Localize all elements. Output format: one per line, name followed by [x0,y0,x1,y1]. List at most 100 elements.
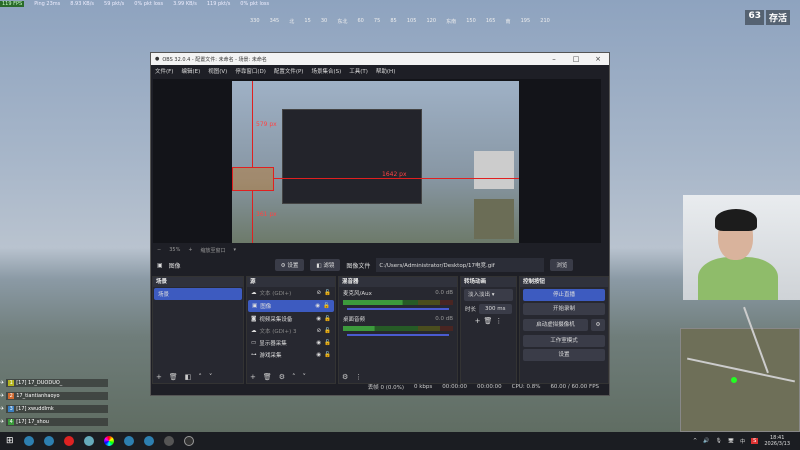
down-icon[interactable]: ˅ [303,373,307,381]
teammate-number: 4 [8,418,15,425]
sogou-icon[interactable]: S [751,438,759,444]
scale-mode-select[interactable]: 缩放至窗口 [201,247,226,254]
compass-tick: 150 [466,18,476,24]
stop-stream-button[interactable]: 停止直播 [523,289,605,301]
teammate-row: ✈ 1 [17] 17_DUODUO_ [0,378,108,387]
plane-icon: ✈ [0,392,5,399]
app-icon[interactable] [83,436,94,446]
preview-canvas[interactable]: 579 px 1642 px 361 px [153,79,601,243]
steam-icon[interactable] [23,436,34,446]
menu-item[interactable]: 配置文件(P) [274,67,304,75]
source-item[interactable]: ☁ 文本 (GDI+) 3 ⊘ 🔓 [247,325,335,337]
close-button[interactable]: × [587,55,609,63]
eye-icon[interactable]: ◉ [316,352,321,358]
lock-icon[interactable]: 🔓 [324,290,331,296]
lock-icon[interactable]: 🔓 [323,303,330,309]
settings-button[interactable]: ⚙ 设置 [274,259,305,271]
network-icon[interactable]: 🖥 [728,438,734,444]
channel-header: 麦克风/Aux 0.0 dB [339,287,457,299]
source-item[interactable]: ▭ 显示器采集 ◉ 🔓 [247,337,335,349]
compass-tick: 60 [357,18,364,24]
file-path-input[interactable]: C:/Users/Administrator/Desktop/17电竞.gif [376,258,545,272]
lock-icon[interactable]: 🔓 [324,340,331,346]
filters-button[interactable]: ◧ 滤镜 [310,259,341,271]
menu-item[interactable]: 停靠窗口(D) [235,67,266,75]
chevron-up-icon[interactable]: ^ [693,438,697,444]
up-icon[interactable]: ˄ [198,373,202,381]
channel-db: 0.0 dB [435,290,453,296]
steam-icon[interactable] [143,436,154,446]
gear-icon[interactable]: ⚙ [591,319,605,331]
filter-icon[interactable]: ◧ [185,373,192,381]
teammate-number: 1 [8,379,15,386]
compass-tick: 330 [250,18,260,24]
add-icon[interactable]: + [475,317,481,325]
obs-icon[interactable] [183,436,194,446]
eye-icon[interactable]: ◉ [316,316,321,322]
zoom-in-button[interactable]: + [188,247,192,253]
add-icon[interactable]: + [156,373,162,381]
up-icon[interactable]: ˄ [292,373,296,381]
lock-icon[interactable]: 🔓 [324,328,331,334]
zoom-out-button[interactable]: − [157,247,161,253]
lock-icon[interactable]: 🔓 [324,352,331,358]
trash-icon[interactable]: 🗑 [263,373,272,381]
download-icon[interactable] [43,436,54,446]
eye-off-icon[interactable]: ⊘ [317,290,322,296]
minimize-button[interactable]: – [543,55,565,63]
mixer-settings-icon[interactable]: ⚙ [342,373,348,381]
menu-item[interactable]: 场景集合(S) [311,67,341,75]
menu-item[interactable]: 文件(F) [155,67,173,75]
menu-item[interactable]: 视图(V) [208,67,227,75]
source-item[interactable]: ⊶ 游戏采集 ◉ 🔓 [247,349,335,361]
eye-icon[interactable]: ◉ [316,340,321,346]
menu-item[interactable]: 帮助(H) [376,67,395,75]
mic-icon[interactable]: 🎙 [715,438,721,444]
trash-icon[interactable]: 🗑 [483,317,492,325]
browse-button[interactable]: 浏览 [550,259,574,271]
source-item[interactable]: ☁ 文本 (GDI+) ⊘ 🔓 [247,287,335,299]
netease-icon[interactable] [63,436,74,446]
source-item[interactable]: ▣ 图像 ◉ 🔓 [248,300,334,312]
virtual-cam-button[interactable]: 启动虚拟摄像机 [523,319,588,331]
eye-off-icon[interactable]: ⊘ [317,328,322,334]
volume-slider[interactable] [347,308,449,310]
menu-item[interactable]: 工具(T) [349,67,368,75]
selected-source-box[interactable] [232,167,274,191]
more-icon[interactable]: ⋮ [495,317,502,325]
color-app-icon[interactable] [103,436,114,446]
dim-height: 579 px [256,121,277,128]
volume-slider[interactable] [347,334,449,336]
studio-mode-button[interactable]: 工作室模式 [523,335,605,347]
more-icon[interactable]: ⋮ [355,373,362,381]
trash-icon[interactable]: 🗑 [169,373,178,381]
chevron-down-icon[interactable]: ▾ [234,247,237,253]
transition-select[interactable]: 淡入淡出 ▾ [464,289,513,301]
record-time: 00:00:00 [476,384,502,390]
scene-item[interactable]: 场景 [154,288,242,300]
maximize-button[interactable]: □ [565,55,587,63]
menu-item[interactable]: 编辑(E) [181,67,200,75]
down-icon[interactable]: ˅ [209,373,213,381]
volume-meter [343,326,453,331]
source-item[interactable]: ◙ 视频采集设备 ◉ 🔓 [247,313,335,325]
download-icon[interactable] [123,436,134,446]
speaker-icon[interactable]: 🔊 [703,438,709,444]
gamepad-icon: ⊶ [251,352,257,358]
start-record-button[interactable]: 开始录制 [523,303,605,315]
eye-icon[interactable]: ◉ [315,303,320,309]
add-icon[interactable]: + [250,373,256,381]
lock-icon[interactable]: 🔓 [324,316,331,322]
image-icon: ▣ [252,303,258,309]
pubg-icon[interactable] [163,436,174,446]
gear-icon[interactable]: ⚙ [279,373,285,381]
windows-start-icon[interactable]: ⊞ [6,436,14,446]
duration-input[interactable]: 300 ms [479,304,512,314]
settings-button[interactable]: 设置 [523,349,605,361]
ime-icon[interactable]: 中 [740,438,745,445]
compass-tick: 南 [505,19,511,25]
clock[interactable]: 18:41 2026/3/13 [764,435,790,447]
system-tray: ^ 🔊 🎙 🖥 中 S 18:41 2026/3/13 [693,435,800,447]
transitions-title: 转场动画 [461,277,516,287]
file-label: 图像文件 [346,262,371,270]
